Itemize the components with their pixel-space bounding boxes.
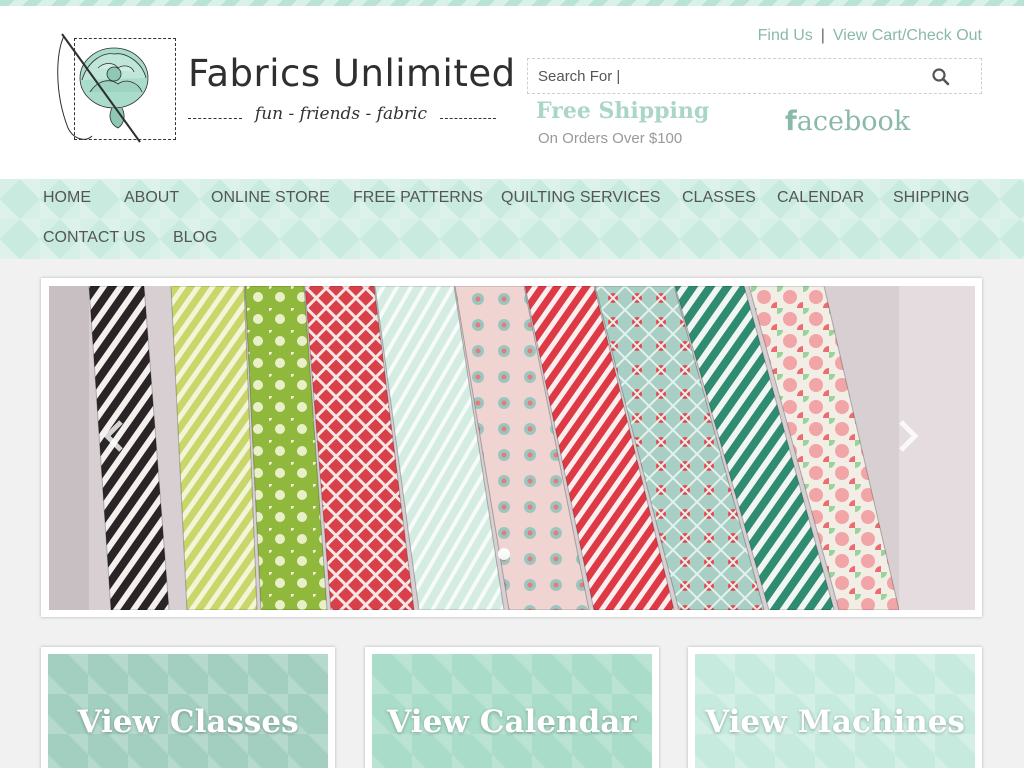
nav-item-contact-us[interactable]: CONTACT US [43,229,146,247]
card-view-machines-link[interactable]: View Machines [695,654,975,768]
slider-prev-arrow-icon[interactable] [99,416,129,456]
nav-item-shipping[interactable]: SHIPPING [893,189,969,207]
hero-slider [41,278,982,617]
search-icon[interactable] [931,67,951,87]
link-separator: | [820,27,825,44]
search-input[interactable] [538,65,918,87]
nav-item-free-patterns[interactable]: FREE PATTERNS [353,189,483,207]
card-title: View Calendar [387,704,637,740]
card-view-calendar-link[interactable]: View Calendar [372,654,652,768]
nav-item-classes[interactable]: CLASSES [682,189,756,207]
nav-item-blog[interactable]: BLOG [173,229,217,247]
brand-tagline: fun - friends - fabric [254,104,428,124]
card-title: View Machines [705,704,965,740]
card-view-machines: View Machines [688,647,982,768]
slide-fabric-bolts-image [49,286,975,610]
facebook-label: acebook [796,106,911,137]
slider-dot-indicator[interactable] [498,548,510,560]
fabric-bolts-illustration [49,286,975,610]
main-nav: HOME ABOUT ONLINE STORE FREE PATTERNS QU… [0,179,1024,259]
view-cart-link[interactable]: View Cart/Check Out [833,27,982,44]
nav-item-about[interactable]: ABOUT [124,189,179,207]
tagline-divider [188,118,242,119]
site-logo[interactable]: Fabrics Unlimited fun - friends - fabric [40,26,515,166]
card-view-classes: View Classes [41,647,335,768]
brand-name: Fabrics Unlimited [188,52,516,95]
utility-links: Find Us | View Cart/Check Out [758,27,982,45]
free-shipping-subtitle: On Orders Over $100 [538,130,683,147]
free-shipping-title: Free Shipping [536,98,710,124]
facebook-icon: f [785,106,797,137]
card-view-calendar: View Calendar [365,647,659,768]
nav-item-home[interactable]: HOME [43,189,91,207]
site-header: Fabrics Unlimited fun - friends - fabric… [0,6,1024,179]
tagline-divider [440,118,496,119]
nav-item-online-store[interactable]: ONLINE STORE [211,189,330,207]
nav-item-quilting-services[interactable]: QUILTING SERVICES [501,189,660,207]
search-box [527,58,982,94]
facebook-link[interactable]: facebook [785,106,910,137]
find-us-link[interactable]: Find Us [758,27,813,44]
card-title: View Classes [77,704,299,740]
slider-next-arrow-icon[interactable] [893,416,923,456]
card-view-classes-link[interactable]: View Classes [48,654,328,768]
brand-tagline-row: fun - friends - fabric [188,104,498,134]
nav-item-calendar[interactable]: CALENDAR [777,189,864,207]
logo-dashed-frame [74,38,176,140]
